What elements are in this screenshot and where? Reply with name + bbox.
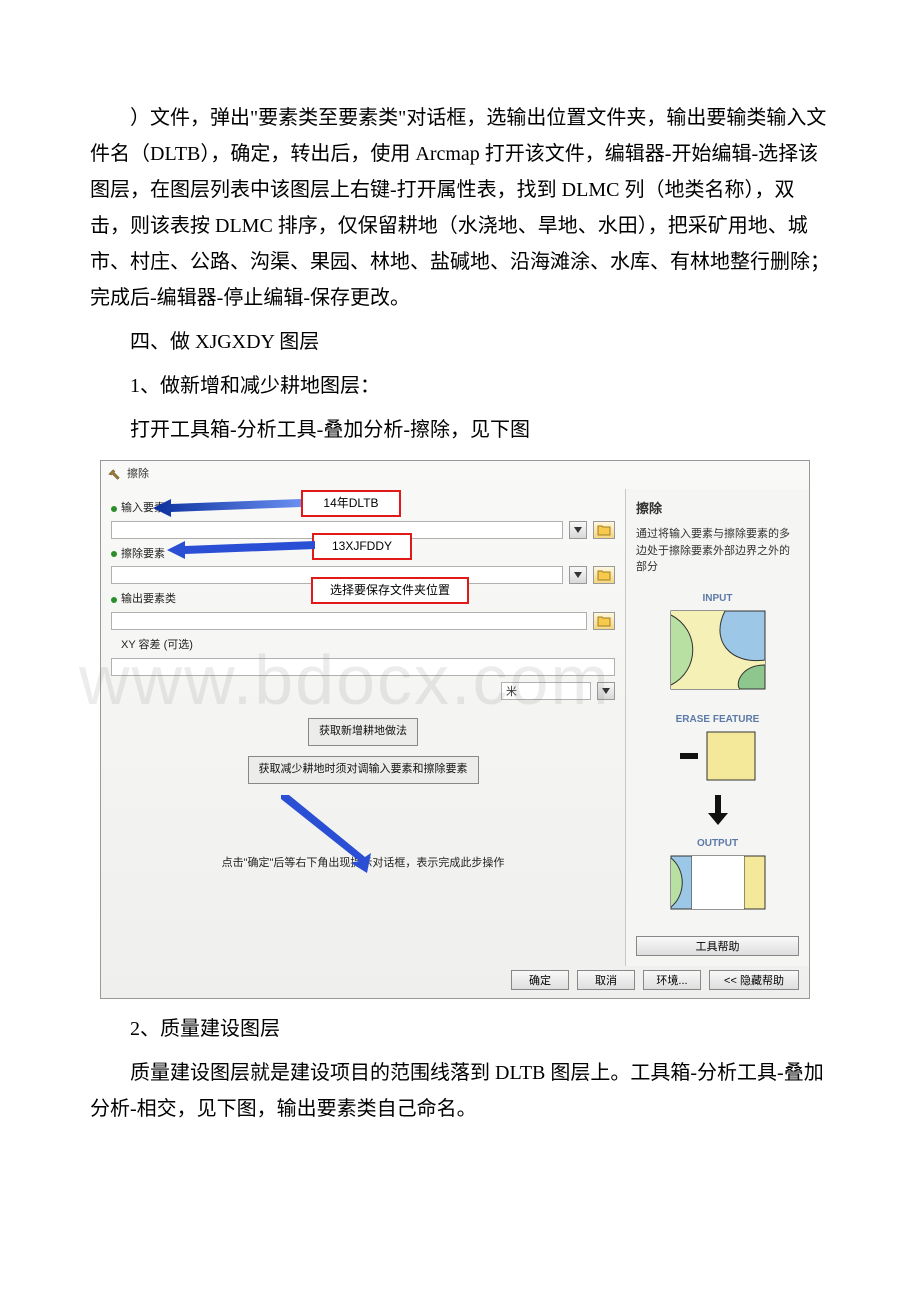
xy-tolerance-field[interactable] (111, 658, 615, 676)
diagram-output-icon (670, 855, 766, 910)
help-pane: 擦除 通过将输入要素与擦除要素的多边处于擦除要素外部边界之外的部分 INPUT … (625, 489, 809, 966)
diagram-erase-icon (706, 731, 756, 781)
dropdown-button[interactable] (569, 521, 587, 539)
input-features-field[interactable] (111, 521, 563, 539)
help-title: 擦除 (636, 497, 799, 520)
subsection-2: 2、质量建设图层 (90, 1011, 830, 1047)
diagram-input-icon (670, 610, 766, 690)
section-heading-4: 四、做 XJGXDY 图层 (90, 324, 830, 360)
ok-button[interactable]: 确定 (511, 970, 569, 990)
hide-help-button[interactable]: << 隐藏帮助 (709, 970, 799, 990)
diagram-label-input: INPUT (636, 590, 799, 608)
dialog-title: 擦除 (127, 465, 149, 485)
env-button[interactable]: 环境... (643, 970, 701, 990)
tool-help-button[interactable]: 工具帮助 (636, 936, 799, 956)
output-features-field[interactable] (111, 612, 587, 630)
browse-button[interactable] (593, 566, 615, 584)
label-xy-tolerance: XY 容差 (可选) (121, 636, 193, 656)
minus-icon (680, 753, 698, 759)
required-dot-icon (111, 551, 117, 557)
subsection-1: 1、做新增和减少耕地图层： (90, 368, 830, 404)
diagram-label-erase: ERASE FEATURE (636, 711, 799, 729)
paragraph-5: 质量建设图层就是建设项目的范围线落到 DLTB 图层上。工具箱-分析工具-叠加分… (90, 1055, 830, 1127)
erase-features-field[interactable] (111, 566, 563, 584)
required-dot-icon (111, 597, 117, 603)
required-dot-icon (111, 506, 117, 512)
paragraph-1: ）文件，弹出"要素类至要素类"对话框，选输出位置文件夹，输出要输类输入文件名（D… (90, 100, 830, 316)
down-arrow-icon (708, 795, 728, 825)
dropdown-button[interactable] (597, 682, 615, 700)
label-output-features: 输出要素类 (121, 590, 176, 610)
help-body: 通过将输入要素与擦除要素的多边处于擦除要素外部边界之外的部分 (636, 526, 799, 576)
hint-text: 点击"确定"后等右下角出现提示对话框，表示完成此步操作 (111, 854, 615, 874)
annotation-swap-note: 获取减少耕地时须对调输入要素和擦除要素 (248, 756, 479, 784)
unit-select[interactable]: 米 (501, 682, 591, 700)
label-input-features: 输入要素 (121, 499, 165, 519)
dialog-button-row: 确定 取消 环境... << 隐藏帮助 (101, 966, 809, 998)
dialog-left-pane: 输入要素 擦除要素 (101, 489, 625, 966)
instruction-line: 打开工具箱-分析工具-叠加分析-擦除，见下图 (90, 412, 830, 448)
browse-button[interactable] (593, 612, 615, 630)
dropdown-button[interactable] (569, 566, 587, 584)
browse-button[interactable] (593, 521, 615, 539)
cancel-button[interactable]: 取消 (577, 970, 635, 990)
diagram-label-output: OUTPUT (636, 835, 799, 853)
annotation-new-land: 获取新增耕地做法 (308, 718, 418, 746)
erase-tool-dialog: 擦除 输入要素 (100, 460, 810, 999)
label-erase-features: 擦除要素 (121, 545, 165, 565)
hammer-icon (107, 468, 121, 482)
